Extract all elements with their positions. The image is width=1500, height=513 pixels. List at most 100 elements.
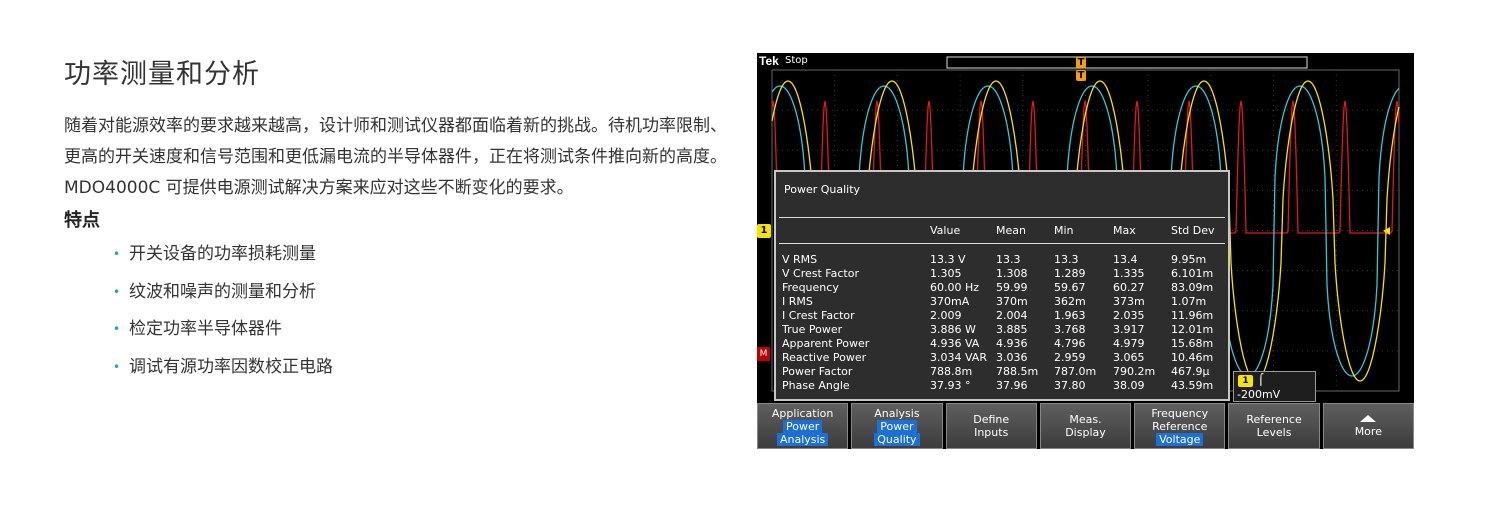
table-row: I RMS 370mA 370m 362m 373m 1.07m bbox=[782, 295, 1226, 309]
softkey-label: Meas. bbox=[1069, 413, 1102, 426]
measurement-value: 4.936 bbox=[996, 337, 1028, 350]
acquisition-status: Stop bbox=[785, 55, 808, 66]
measurement-value: 1.335 bbox=[1113, 267, 1145, 280]
softkey-label: Inputs bbox=[974, 426, 1009, 439]
measurement-value: 12.01m bbox=[1171, 323, 1214, 336]
softkey-label: Analysis bbox=[874, 406, 920, 420]
softkey-label: Define bbox=[973, 413, 1010, 426]
panel-title: Power Quality bbox=[784, 183, 861, 196]
measurement-value: 4.979 bbox=[1113, 337, 1145, 350]
list-item: • 开关设备的功率损耗测量 bbox=[113, 242, 729, 267]
column-header: Std Dev bbox=[1171, 224, 1215, 237]
measurement-value: 59.99 bbox=[996, 281, 1028, 294]
feature-text: 检定功率半导体器件 bbox=[129, 319, 282, 339]
softkey-bar: Application Power Analysis Analysis Powe… bbox=[757, 403, 1414, 449]
measurement-value: 373m bbox=[1113, 295, 1145, 308]
softkey-label: Application bbox=[771, 406, 834, 420]
measurement-value: 370m bbox=[996, 295, 1028, 308]
column-header: Max bbox=[1113, 224, 1136, 237]
list-item: • 检定功率半导体器件 bbox=[113, 317, 729, 342]
measurement-value: 3.036 bbox=[996, 351, 1028, 364]
measurement-value: 11.96m bbox=[1171, 309, 1214, 322]
softkey-value: Quality bbox=[874, 432, 920, 446]
measurement-name: True Power bbox=[782, 323, 843, 336]
measurement-value: 362m bbox=[1054, 295, 1086, 308]
measurement-value: 43.59m bbox=[1171, 379, 1214, 392]
measurement-value: 787.0m bbox=[1054, 365, 1097, 378]
measurement-value: 2.009 bbox=[930, 309, 962, 322]
measurement-value: 37.96 bbox=[996, 379, 1028, 392]
measurement-value: 3.917 bbox=[1113, 323, 1145, 336]
measurement-name: Reactive Power bbox=[782, 351, 867, 364]
measurement-value: 15.68m bbox=[1171, 337, 1214, 350]
measurement-value: 60.00 Hz bbox=[930, 281, 980, 294]
features-heading: 特点 bbox=[64, 210, 100, 231]
table-row: Power Factor 788.8m 788.5m 787.0m 790.2m 467.… bbox=[782, 365, 1226, 379]
measurement-value: 4.796 bbox=[1054, 337, 1086, 350]
measurement-value: 3.768 bbox=[1054, 323, 1086, 336]
reference-levels-button[interactable]: Reference Levels bbox=[1228, 403, 1320, 449]
list-item: • 调试有源功率因数校正电路 bbox=[113, 355, 729, 380]
frequency-reference-button[interactable]: Frequency Reference Voltage bbox=[1134, 403, 1226, 449]
measurement-name: V RMS bbox=[782, 253, 818, 266]
trigger-level: -200mV bbox=[1237, 388, 1281, 401]
table-body: V RMS 13.3 V 13.3 13.3 13.4 9.95m V Crest Fact… bbox=[782, 238, 1226, 393]
measurement-value: 2.959 bbox=[1054, 351, 1086, 364]
column-header: Min bbox=[1054, 224, 1074, 237]
table-row: I Crest Factor 2.009 2.004 1.963 2.035 11.96m bbox=[782, 309, 1226, 323]
measurement-name: Phase Angle bbox=[782, 379, 850, 392]
more-button[interactable]: More bbox=[1322, 403, 1414, 449]
math-marker: M bbox=[757, 347, 770, 361]
measurement-value: 3.886 W bbox=[930, 323, 976, 336]
table-header-row: Value Mean Min Max Std Dev bbox=[782, 224, 1226, 238]
measurement-value: 37.93 ° bbox=[930, 379, 971, 392]
measurement-value: 38.09 bbox=[1113, 379, 1145, 392]
measurement-value: 60.27 bbox=[1113, 281, 1145, 294]
measurement-table: Value Mean Min Max Std Dev V RMS 13.3 V 13… bbox=[782, 224, 1226, 393]
column-header: Mean bbox=[996, 224, 1026, 237]
measurement-value: 3.885 bbox=[996, 323, 1028, 336]
measurement-value: 3.034 VAR bbox=[930, 351, 987, 364]
measurement-value: 3.065 bbox=[1113, 351, 1145, 364]
measurement-value: 13.4 bbox=[1113, 253, 1138, 266]
table-row: Apparent Power 4.936 VA 4.936 4.796 4.979 15.… bbox=[782, 337, 1226, 351]
analysis-button[interactable]: Analysis Power Quality bbox=[851, 403, 943, 449]
measurement-value: 1.07m bbox=[1171, 295, 1207, 308]
table-row: Phase Angle 37.93 ° 37.96 37.80 38.09 43.59m bbox=[782, 379, 1226, 393]
up-arrow-icon bbox=[1360, 414, 1377, 422]
record-view-bar bbox=[946, 56, 1308, 69]
measurement-value: 370mA bbox=[930, 295, 970, 308]
softkey-value: Power bbox=[877, 419, 917, 433]
bullet-icon: • bbox=[113, 359, 121, 374]
bullet-icon: • bbox=[113, 284, 121, 299]
measurement-name: I Crest Factor bbox=[782, 309, 855, 322]
define-inputs-button[interactable]: Define Inputs bbox=[945, 403, 1037, 449]
measurement-value: 59.67 bbox=[1054, 281, 1086, 294]
measurement-value: 13.3 V bbox=[930, 253, 966, 266]
measurement-value: 1.963 bbox=[1054, 309, 1086, 322]
meas-display-button[interactable]: Meas. Display bbox=[1039, 403, 1132, 449]
measurement-name: I RMS bbox=[782, 295, 813, 308]
measurement-value: 13.3 bbox=[1054, 253, 1079, 266]
measurement-value: 788.5m bbox=[996, 365, 1039, 378]
feature-text: 纹波和噪声的测量和分析 bbox=[129, 281, 316, 302]
intro-paragraph: 随着对能源效率的要求越来越高，设计师和测试仪器都面临着新的挑战。待机功率限制、更… bbox=[64, 116, 727, 198]
tek-logo: Tek bbox=[759, 54, 779, 68]
table-row: V Crest Factor 1.305 1.308 1.289 1.335 6.101m bbox=[782, 267, 1226, 281]
measurement-value: 4.936 VA bbox=[930, 337, 980, 350]
softkey-label: More bbox=[1354, 424, 1382, 438]
softkey-value: Voltage bbox=[1156, 432, 1204, 446]
measurement-value: 83.09m bbox=[1171, 281, 1214, 294]
trigger-position-marker: T bbox=[1076, 57, 1086, 68]
measurement-name: Apparent Power bbox=[782, 337, 870, 350]
softkey-label: Reference bbox=[1152, 419, 1208, 433]
trigger-marker: T bbox=[1076, 70, 1086, 81]
application-button[interactable]: Application Power Analysis bbox=[757, 403, 849, 449]
feature-list: • 开关设备的功率损耗测量 • 纹波和噪声的测量和分析 • 检定功率半导体器件 • 调试… bbox=[64, 242, 729, 380]
measurement-value: 1.289 bbox=[1054, 267, 1086, 280]
measurement-value: 6.101m bbox=[1171, 267, 1214, 280]
measurement-value: 1.305 bbox=[930, 267, 962, 280]
measurement-name: V Crest Factor bbox=[782, 267, 859, 280]
measurement-value: 1.308 bbox=[996, 267, 1028, 280]
softkey-label: Levels bbox=[1256, 426, 1292, 439]
